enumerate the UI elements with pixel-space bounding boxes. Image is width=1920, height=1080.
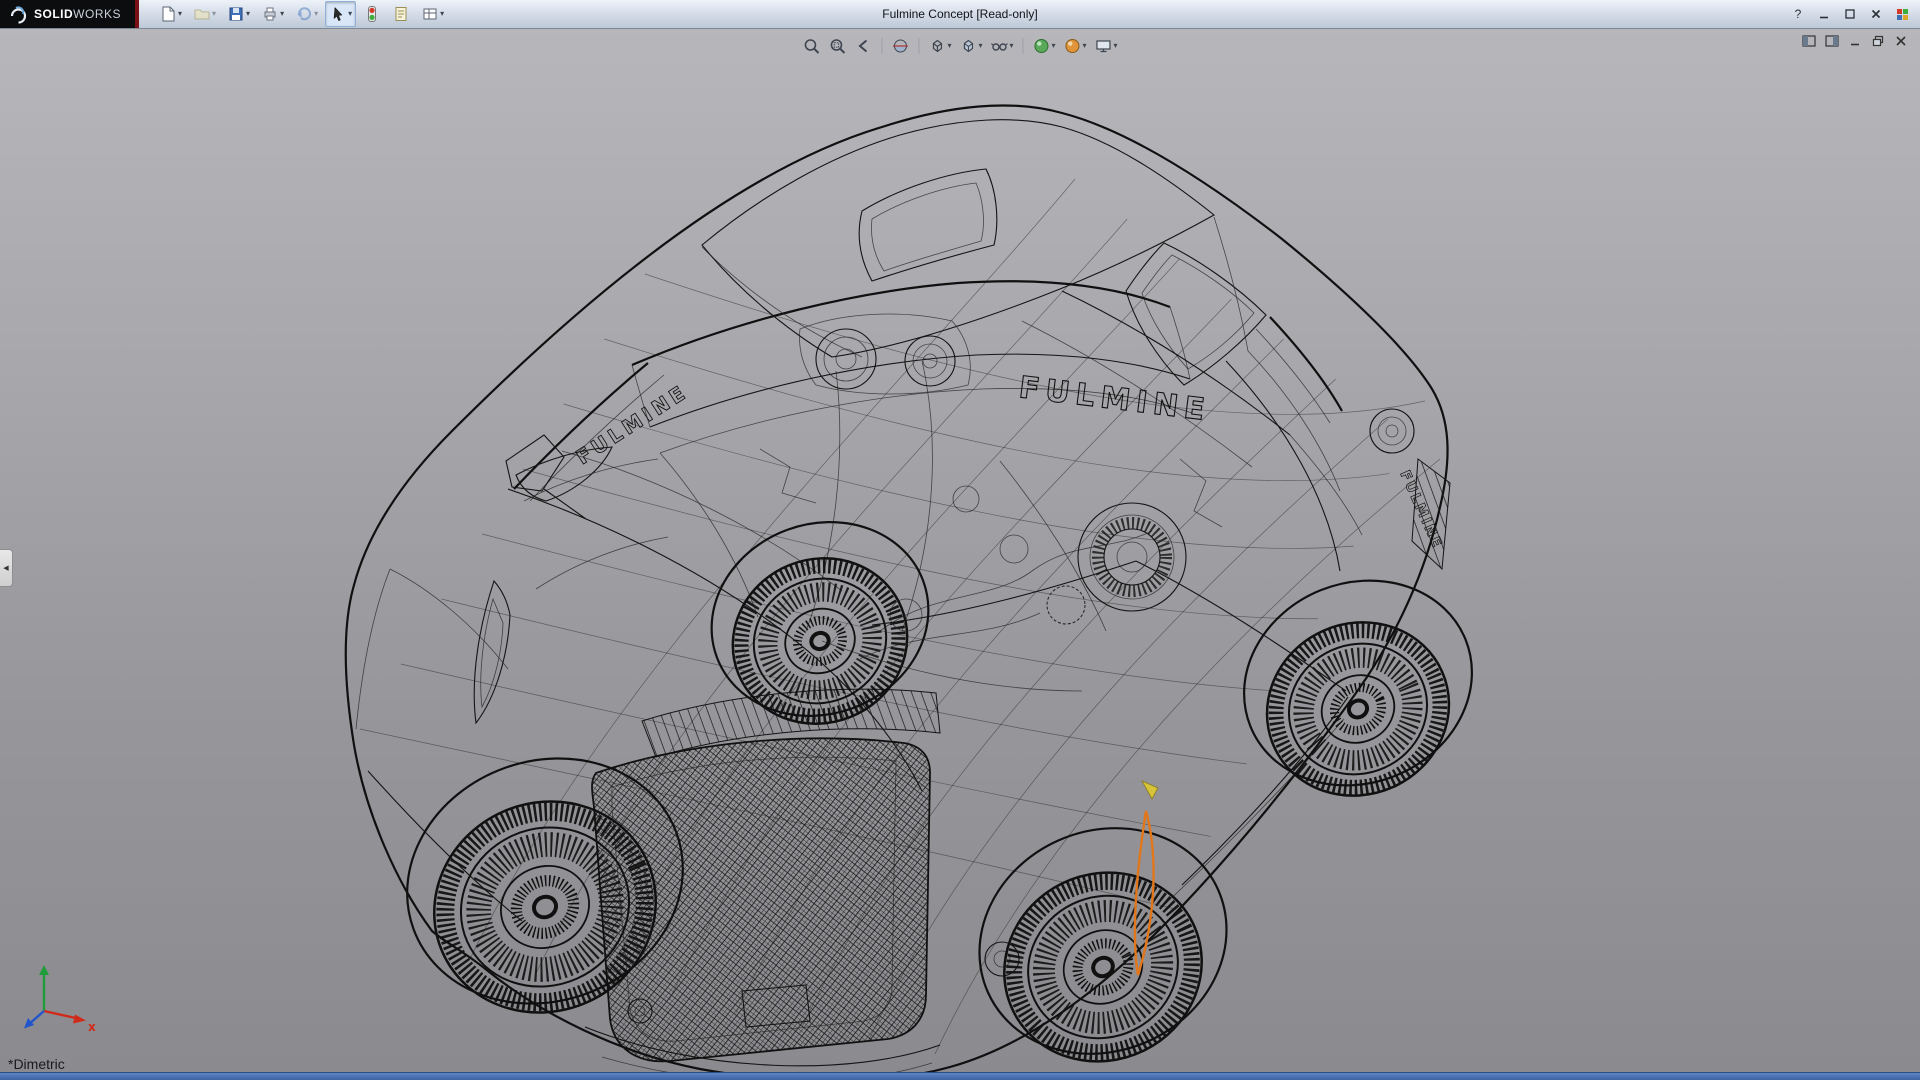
main-toolbar: ▾ ▾ ▾ ▾	[139, 1, 448, 27]
feature-tree-flyout-tab[interactable]: ◀	[0, 549, 13, 587]
app-grid-icon	[1896, 8, 1909, 21]
hood-badge: FULMINE	[572, 379, 693, 469]
dropdown-caret[interactable]: ▾	[1083, 42, 1087, 50]
edit-appearance-button[interactable]: ▾	[1031, 35, 1058, 57]
window-title: Fulmine Concept [Read-only]	[882, 7, 1037, 21]
view-settings-icon	[1095, 37, 1113, 55]
undo-button[interactable]: ▾	[291, 1, 322, 27]
help-icon: ?	[1795, 7, 1802, 21]
hide-show-items-button[interactable]: ▾	[988, 35, 1015, 57]
minimize-icon	[1818, 8, 1830, 20]
rebuild-traffic-light-icon	[363, 5, 381, 23]
doc-restore-icon	[1872, 35, 1884, 47]
pane-right-icon	[1825, 35, 1839, 47]
open-folder-icon	[193, 5, 211, 23]
toolbar-separator	[881, 38, 882, 54]
zoom-to-fit-button[interactable]	[800, 35, 822, 57]
titlebar: SOLIDWORKS ▾ ▾ ▾	[0, 0, 1920, 29]
display-style-icon	[959, 37, 977, 55]
solidworks-window: SOLIDWORKS ▾ ▾ ▾	[0, 0, 1920, 1080]
wheels	[400, 532, 1477, 1073]
flyout-arrow-icon: ◀	[3, 564, 8, 572]
reference-triad: x	[14, 957, 100, 1037]
section-view-icon	[891, 37, 909, 55]
dropdown-caret[interactable]: ▾	[1114, 42, 1118, 50]
save-icon	[227, 5, 245, 23]
wireframe-car-model: FULMINE FULMINE FULMINE	[0, 29, 1920, 1073]
options-button[interactable]: ▾	[417, 1, 448, 27]
solidworks-logo: SOLIDWORKS	[0, 0, 135, 28]
dropdown-caret[interactable]: ▾	[178, 10, 182, 18]
toolbar-separator	[918, 38, 919, 54]
dropdown-caret[interactable]: ▾	[246, 10, 250, 18]
previous-view-button[interactable]	[852, 35, 874, 57]
window-controls: ?	[1788, 5, 1920, 23]
undo-icon	[295, 5, 313, 23]
doc-pane-right-button[interactable]	[1823, 33, 1841, 49]
dropdown-caret[interactable]: ▾	[1009, 42, 1013, 50]
new-document-icon	[159, 5, 177, 23]
dropdown-caret[interactable]: ▾	[314, 10, 318, 18]
print-icon	[261, 5, 279, 23]
model-view[interactable]: FULMINE FULMINE FULMINE	[0, 29, 1920, 1073]
brand-text: SOLIDWORKS	[34, 7, 121, 21]
file-properties-button[interactable]	[388, 1, 414, 27]
zoom-to-area-icon	[828, 37, 846, 55]
file-properties-icon	[392, 5, 410, 23]
maximize-button[interactable]	[1840, 5, 1860, 23]
graphics-area[interactable]: FULMINE FULMINE FULMINE	[0, 29, 1920, 1073]
axis-x-label: x	[88, 1020, 96, 1034]
dropdown-caret[interactable]: ▾	[947, 42, 951, 50]
dropdown-caret[interactable]: ▾	[440, 10, 444, 18]
doc-minimize-button[interactable]	[1846, 33, 1864, 49]
save-button[interactable]: ▾	[223, 1, 254, 27]
zoom-to-area-button[interactable]	[826, 35, 848, 57]
dropdown-caret[interactable]: ▾	[348, 10, 352, 18]
pane-left-icon	[1802, 35, 1816, 47]
options-sheet-icon	[421, 5, 439, 23]
new-document-button[interactable]: ▾	[155, 1, 186, 27]
display-style-button[interactable]: ▾	[957, 35, 984, 57]
close-button[interactable]	[1866, 5, 1886, 23]
maximize-icon	[1844, 8, 1856, 20]
dropdown-caret[interactable]: ▾	[1052, 42, 1056, 50]
view-orientation-cube-icon	[928, 37, 946, 55]
doc-close-button[interactable]	[1892, 33, 1910, 49]
document-window-controls	[1800, 33, 1910, 49]
previous-view-icon	[854, 37, 872, 55]
close-icon	[1870, 8, 1882, 20]
heads-up-view-toolbar: ▾ ▾ ▾ ▾	[794, 33, 1125, 59]
rebuild-button[interactable]	[359, 1, 385, 27]
select-cursor-icon	[329, 5, 347, 23]
dassault-swirl-icon	[8, 4, 28, 24]
taskbar-edge	[0, 1072, 1920, 1080]
app-grid-button[interactable]	[1892, 5, 1912, 23]
scene-sphere-icon	[1064, 37, 1082, 55]
help-button[interactable]: ?	[1788, 5, 1808, 23]
dropdown-caret[interactable]: ▾	[212, 10, 216, 18]
toolbar-separator	[1023, 38, 1024, 54]
apply-scene-button[interactable]: ▾	[1062, 35, 1089, 57]
open-button[interactable]: ▾	[189, 1, 220, 27]
dropdown-caret[interactable]: ▾	[280, 10, 284, 18]
doc-close-icon	[1895, 35, 1907, 47]
minimize-button[interactable]	[1814, 5, 1834, 23]
view-settings-button[interactable]: ▾	[1093, 35, 1120, 57]
print-button[interactable]: ▾	[257, 1, 288, 27]
side-mirror	[506, 435, 564, 491]
doc-minimize-icon	[1849, 35, 1861, 47]
glasses-icon	[990, 37, 1008, 55]
dropdown-caret[interactable]: ▾	[978, 42, 982, 50]
doc-pane-left-button[interactable]	[1800, 33, 1818, 49]
view-orientation-button[interactable]: ▾	[926, 35, 953, 57]
highlighted-edge[interactable]	[1135, 781, 1158, 975]
brand-light: WORKS	[73, 7, 121, 21]
brand-bold: SOLID	[34, 7, 73, 21]
section-view-button[interactable]	[889, 35, 911, 57]
view-orientation-label: *Dimetric	[8, 1056, 65, 1072]
zoom-to-fit-icon	[802, 37, 820, 55]
doc-restore-button[interactable]	[1869, 33, 1887, 49]
appearance-sphere-icon	[1033, 37, 1051, 55]
select-button[interactable]: ▾	[325, 1, 356, 27]
